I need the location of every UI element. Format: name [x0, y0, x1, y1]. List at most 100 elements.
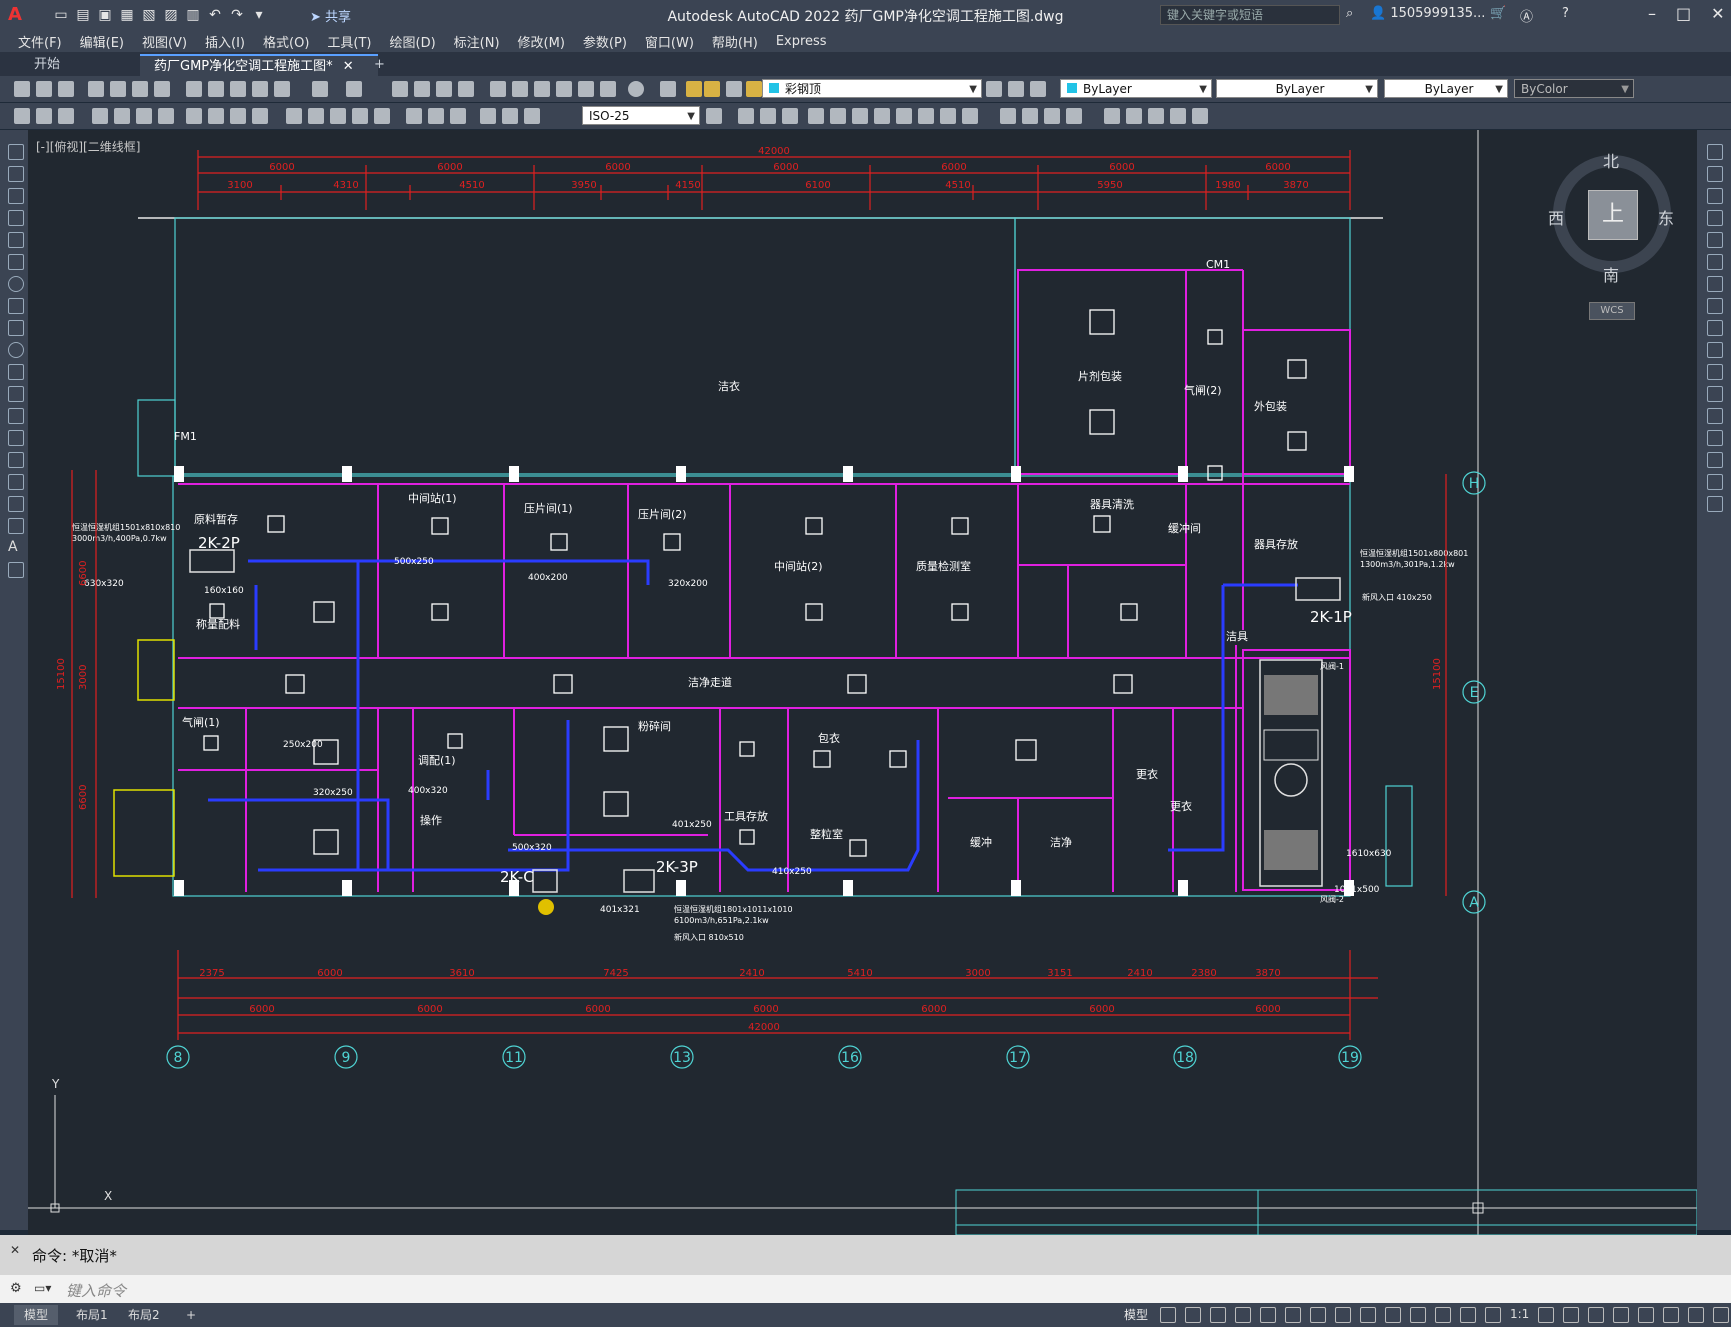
jogged-icon[interactable]	[186, 108, 202, 124]
explode-icon[interactable]	[1707, 496, 1723, 512]
cart-icon[interactable]: 🛒	[1490, 6, 1506, 21]
angular-icon[interactable]	[230, 108, 246, 124]
help-icon[interactable]: ?	[1562, 6, 1569, 21]
arc-icon[interactable]	[8, 254, 24, 270]
draworder-icon[interactable]	[1104, 108, 1120, 124]
baseline-icon[interactable]	[286, 108, 302, 124]
tab-start[interactable]: 开始	[20, 54, 148, 76]
menu-edit[interactable]: 编辑(E)	[80, 32, 124, 51]
recent-commands-icon[interactable]: ▭▾	[34, 1281, 51, 1295]
bring-above-icon[interactable]	[1170, 108, 1186, 124]
line-icon[interactable]	[8, 144, 24, 160]
spline-icon[interactable]	[8, 320, 24, 336]
object-snap-icon[interactable]	[1310, 1307, 1326, 1323]
menu-dimension[interactable]: 标注(N)	[454, 32, 500, 51]
plot-toolbar-icon[interactable]	[88, 81, 104, 97]
grid-icon[interactable]	[1160, 1307, 1176, 1323]
layer-dropdown[interactable]: 彩钢顶 ▼	[762, 79, 982, 98]
new-tab-button[interactable]: +	[360, 54, 399, 76]
command-close-icon[interactable]: ✕	[10, 1243, 20, 1257]
modify-copy-icon[interactable]	[738, 108, 754, 124]
menu-view[interactable]: 视图(V)	[142, 32, 187, 51]
search-icon[interactable]: ⌕	[1346, 6, 1353, 21]
erase-icon[interactable]	[1707, 144, 1723, 160]
sheet-set-icon[interactable]	[556, 81, 572, 97]
modify-trim-icon[interactable]	[918, 108, 934, 124]
dynamic-ucs-icon[interactable]	[1435, 1307, 1451, 1323]
wrench-icon[interactable]: ⚙	[10, 1281, 22, 1296]
copy-icon[interactable]	[208, 81, 224, 97]
transparency-icon[interactable]	[1360, 1307, 1376, 1323]
dim-space-icon[interactable]	[330, 108, 346, 124]
model-space-toggle[interactable]: 模型	[1124, 1306, 1148, 1323]
plotstyle-dropdown[interactable]: ByColor ▼	[1514, 79, 1634, 98]
add-layout-button[interactable]: +	[176, 1305, 206, 1325]
isolate-objects-icon[interactable]	[1638, 1307, 1655, 1323]
menu-insert[interactable]: 插入(I)	[205, 32, 245, 51]
gradient-icon[interactable]	[8, 474, 24, 490]
table-icon[interactable]	[8, 518, 24, 534]
isodraft-icon[interactable]	[1260, 1307, 1276, 1323]
bring-front-icon[interactable]	[1126, 108, 1142, 124]
modify-join-icon[interactable]	[1000, 108, 1016, 124]
command-input[interactable]: 键入命令	[66, 1280, 126, 1301]
match-properties-icon[interactable]	[252, 81, 268, 97]
annotation-scale[interactable]: 1:1	[1510, 1307, 1529, 1323]
annotation-visibility-icon[interactable]	[1460, 1307, 1476, 1323]
units-icon[interactable]	[1588, 1307, 1605, 1323]
close-tab-icon[interactable]: ✕	[343, 59, 354, 74]
modify-offset-icon[interactable]	[782, 108, 798, 124]
compass-west[interactable]: 西	[1548, 205, 1564, 229]
new-icon[interactable]	[14, 81, 30, 97]
compass-east[interactable]: 东	[1658, 205, 1674, 229]
break-at-point-icon[interactable]	[1707, 386, 1723, 402]
polygon-icon[interactable]	[8, 210, 24, 226]
menu-format[interactable]: 格式(O)	[263, 32, 309, 51]
menu-modify[interactable]: 修改(M)	[518, 32, 565, 51]
search-input[interactable]: 键入关键字或短语	[1160, 5, 1340, 25]
3d-osnap-icon[interactable]	[1410, 1307, 1426, 1323]
tolerance-icon[interactable]	[374, 108, 390, 124]
paste-icon[interactable]	[230, 81, 246, 97]
array-icon[interactable]	[1707, 232, 1723, 248]
minimize-icon[interactable]: –	[1648, 4, 1656, 23]
multiline-text-icon[interactable]: A	[8, 540, 22, 554]
circle-icon[interactable]	[8, 276, 24, 292]
workspace-switch-icon[interactable]	[1538, 1307, 1555, 1323]
object-snap-tracking-icon[interactable]	[1285, 1307, 1301, 1323]
stretch-icon[interactable]	[1707, 320, 1723, 336]
diameter-icon[interactable]	[208, 108, 224, 124]
modify-stretch-icon[interactable]	[896, 108, 912, 124]
modify-fillet-icon[interactable]	[1044, 108, 1060, 124]
construction-line-icon[interactable]	[8, 166, 24, 182]
continue-icon[interactable]	[308, 108, 324, 124]
zoom-previous-icon[interactable]	[458, 81, 474, 97]
radius-icon[interactable]	[158, 108, 174, 124]
inspection-icon[interactable]	[428, 108, 444, 124]
modify-mirror-icon[interactable]	[760, 108, 776, 124]
compass-south[interactable]: 南	[1603, 262, 1619, 286]
close-icon[interactable]: ✕	[1711, 4, 1724, 23]
polyline-icon[interactable]	[8, 188, 24, 204]
chamfer-icon[interactable]	[1707, 452, 1723, 468]
menu-draw[interactable]: 绘图(D)	[390, 32, 436, 51]
selection-cycling-icon[interactable]	[1385, 1307, 1401, 1323]
workspace-icon[interactable]	[14, 108, 30, 124]
modify-move-icon[interactable]	[830, 108, 846, 124]
polar-icon[interactable]	[1235, 1307, 1251, 1323]
revision-cloud-icon[interactable]	[8, 298, 24, 314]
save-toolbar-icon[interactable]	[58, 81, 74, 97]
trim-icon[interactable]	[1707, 342, 1723, 358]
cut-icon[interactable]	[186, 81, 202, 97]
zoom-window-icon[interactable]	[436, 81, 452, 97]
arc-length-icon[interactable]	[114, 108, 130, 124]
send-under-icon[interactable]	[1192, 108, 1208, 124]
ordinate-icon[interactable]	[136, 108, 152, 124]
snap-icon[interactable]	[1185, 1307, 1201, 1323]
jogged-linear-icon[interactable]	[450, 108, 466, 124]
layer-state-icon[interactable]	[1030, 81, 1046, 97]
open-icon[interactable]	[36, 81, 52, 97]
extend-icon[interactable]	[1707, 364, 1723, 380]
modify-array-icon[interactable]	[808, 108, 824, 124]
mirror-icon[interactable]	[1707, 188, 1723, 204]
